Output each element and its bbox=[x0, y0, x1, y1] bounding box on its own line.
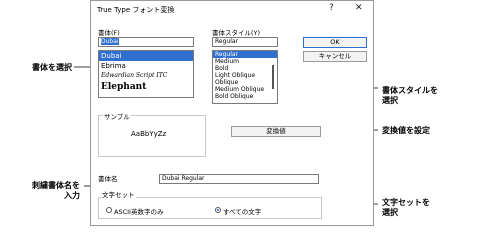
dialog-title: True Type フォント変換 bbox=[97, 6, 175, 14]
style-input[interactable]: Regular bbox=[212, 37, 278, 47]
title-bar: True Type フォント変換 ? ✕ bbox=[91, 1, 373, 17]
font-convert-dialog: True Type フォント変換 ? ✕ 書体(F) Dubai Dubai E… bbox=[90, 0, 374, 226]
style-list-item[interactable]: Medium Oblique bbox=[213, 86, 277, 93]
font-label: 書体(F) bbox=[98, 29, 120, 37]
name-input[interactable]: Dubai Regular bbox=[159, 174, 319, 184]
font-list-item[interactable]: Dubai bbox=[99, 51, 193, 61]
font-input-value: Dubai bbox=[101, 38, 119, 45]
radio-ascii[interactable] bbox=[106, 207, 112, 213]
style-list-item[interactable]: Oblique bbox=[213, 79, 277, 86]
radio-ascii-label: ASCII英数字のみ bbox=[114, 208, 164, 216]
sample-text: AaBbYyZz bbox=[131, 130, 167, 138]
sample-group-title: サンプル bbox=[103, 111, 131, 121]
style-list-item[interactable]: Light Oblique bbox=[213, 72, 277, 79]
style-list-item[interactable]: Medium bbox=[213, 58, 277, 65]
font-list[interactable]: Dubai Ebrima Edwardian Script ITC Elepha… bbox=[98, 50, 194, 98]
font-list-item[interactable]: Ebrima bbox=[99, 61, 193, 71]
style-list[interactable]: Regular Medium Bold Light Oblique Obliqu… bbox=[212, 50, 278, 104]
style-label: 書体スタイル(Y) bbox=[212, 29, 261, 37]
cancel-button[interactable]: キャンセル bbox=[303, 51, 367, 62]
help-button[interactable]: ? bbox=[329, 3, 334, 13]
font-list-item[interactable]: Elephant bbox=[99, 81, 193, 93]
style-list-item[interactable]: Bold bbox=[213, 65, 277, 72]
convert-value-button[interactable]: 変換値 bbox=[231, 126, 321, 137]
font-list-item[interactable]: Edwardian Script ITC bbox=[99, 71, 193, 81]
style-list-scrollbar[interactable] bbox=[272, 65, 274, 89]
ok-button[interactable]: OK bbox=[303, 37, 367, 48]
charset-group-title: 文字セット bbox=[101, 189, 136, 199]
radio-all-chars-label: すべての文字 bbox=[223, 208, 262, 216]
radio-all-chars[interactable] bbox=[215, 207, 221, 213]
close-icon[interactable]: ✕ bbox=[355, 3, 363, 13]
style-list-item[interactable]: Regular bbox=[213, 51, 277, 58]
style-list-item[interactable]: Bold Oblique bbox=[213, 93, 277, 100]
name-label: 書体名 bbox=[98, 175, 118, 183]
font-input[interactable]: Dubai bbox=[98, 37, 194, 47]
